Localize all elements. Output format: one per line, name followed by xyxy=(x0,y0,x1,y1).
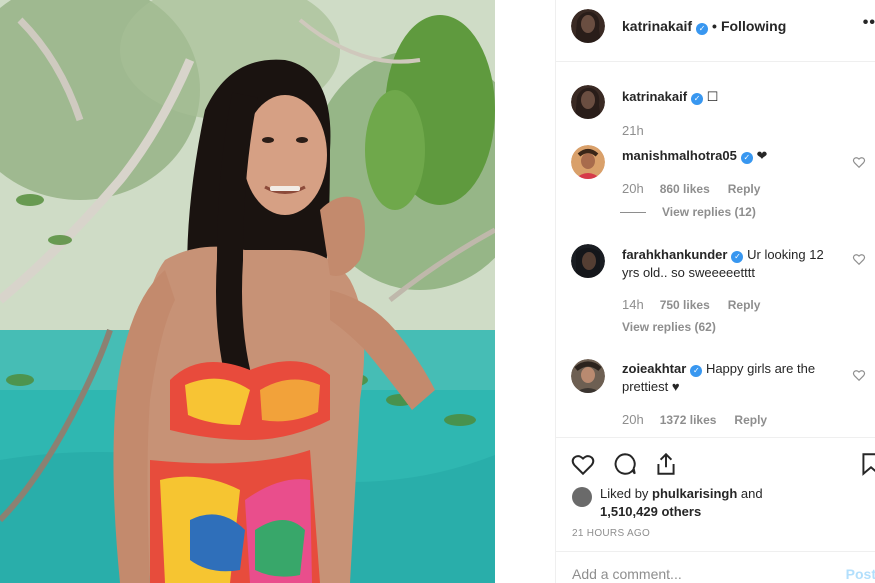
caption-avatar[interactable] xyxy=(571,85,605,119)
comment-avatar[interactable] xyxy=(571,244,605,278)
comment-meta: 20h 860 likes Reply xyxy=(622,181,778,196)
header-line: katrinakaif ✓ • Following xyxy=(622,18,786,35)
verified-badge-icon: ✓ xyxy=(731,251,744,263)
like-heart-icon[interactable] xyxy=(570,451,596,477)
share-icon[interactable] xyxy=(653,451,679,477)
post-photo[interactable] xyxy=(0,0,495,583)
view-replies-label: View replies (62) xyxy=(622,320,716,334)
caption-time[interactable]: 21h xyxy=(622,123,644,138)
comment-bubble-icon[interactable] xyxy=(612,451,638,477)
reply-button[interactable]: Reply xyxy=(734,413,767,427)
caption-username[interactable]: katrinakaif xyxy=(622,89,687,104)
like-comment-heart-icon[interactable] xyxy=(852,155,866,169)
post-comment-button[interactable]: Post xyxy=(846,566,875,582)
caption-meta: 21h xyxy=(622,123,660,138)
liked-by-others[interactable]: 1,510,429 others xyxy=(600,504,701,519)
verified-badge-icon: ✓ xyxy=(691,93,704,105)
view-replies-button[interactable]: View replies (12) xyxy=(620,205,756,219)
following-button[interactable]: Following xyxy=(721,18,786,34)
liked-by-text: Liked by phulkarisingh and 1,510,429 oth… xyxy=(600,485,800,521)
liked-by-prefix: Liked by xyxy=(600,486,649,501)
post-timestamp[interactable]: 21 HOURS AGO xyxy=(572,528,650,539)
replies-line xyxy=(620,212,646,214)
photo-illustration xyxy=(0,0,495,583)
comment-meta: 20h 1372 likes Reply xyxy=(622,412,785,427)
verified-badge-icon: ✓ xyxy=(696,23,709,35)
post-actions: Liked by phulkarisingh and 1,510,429 oth… xyxy=(556,437,875,547)
comment-time[interactable]: 20h xyxy=(622,412,644,427)
caption-text: katrinakaif ✓ ☐ xyxy=(622,88,842,106)
gutter xyxy=(495,0,555,583)
comment-username[interactable]: farahkhankunder xyxy=(622,247,727,262)
liked-by-and: and xyxy=(740,486,763,501)
bookmark-icon[interactable] xyxy=(858,451,875,477)
like-comment-heart-icon[interactable] xyxy=(852,252,866,266)
comment-username[interactable]: zoieakhtar xyxy=(622,361,686,376)
verified-badge-icon: ✓ xyxy=(740,152,753,164)
caption-body: ☐ xyxy=(706,89,719,104)
view-replies-label: View replies (12) xyxy=(662,205,756,219)
comment-likes[interactable]: 860 likes xyxy=(660,182,710,196)
like-comment-heart-icon[interactable] xyxy=(852,368,866,382)
post-header: katrinakaif ✓ • Following •• xyxy=(556,0,875,62)
comment-avatar[interactable] xyxy=(571,359,605,393)
comment-text: zoieakhtar ✓ Happy girls are the pretties… xyxy=(622,360,842,396)
comment-avatar[interactable] xyxy=(571,145,605,179)
comment-text: farahkhankunder ✓ Ur looking 12 yrs old..… xyxy=(622,246,842,282)
comment-text: manishmalhotra05 ✓ ❤︎ xyxy=(622,147,842,165)
comment-time[interactable]: 20h xyxy=(622,181,644,196)
add-comment-input[interactable]: Add a comment... xyxy=(572,566,682,582)
view-replies-button[interactable]: View replies (62) xyxy=(622,320,716,334)
reply-button[interactable]: Reply xyxy=(728,182,761,196)
comment-username[interactable]: manishmalhotra05 xyxy=(622,148,737,163)
reply-button[interactable]: Reply xyxy=(728,298,761,312)
comment-body: ❤︎ xyxy=(756,148,768,163)
liker-avatar[interactable] xyxy=(572,487,592,507)
author-avatar[interactable] xyxy=(571,9,605,43)
add-comment-bar: Add a comment... Post xyxy=(556,551,875,583)
author-username[interactable]: katrinakaif xyxy=(622,18,692,34)
comment-meta: 14h 750 likes Reply xyxy=(622,297,778,312)
more-options-icon[interactable]: •• xyxy=(863,14,875,32)
comment-likes[interactable]: 1372 likes xyxy=(660,413,717,427)
post-panel: katrinakaif ✓ • Following •• katrinakaif ✓ ☐… xyxy=(555,0,875,583)
comment-likes[interactable]: 750 likes xyxy=(660,298,710,312)
comment-time[interactable]: 14h xyxy=(622,297,644,312)
separator-dot: • xyxy=(712,18,717,34)
verified-badge-icon: ✓ xyxy=(690,365,703,377)
liked-by-user[interactable]: phulkarisingh xyxy=(652,486,737,501)
